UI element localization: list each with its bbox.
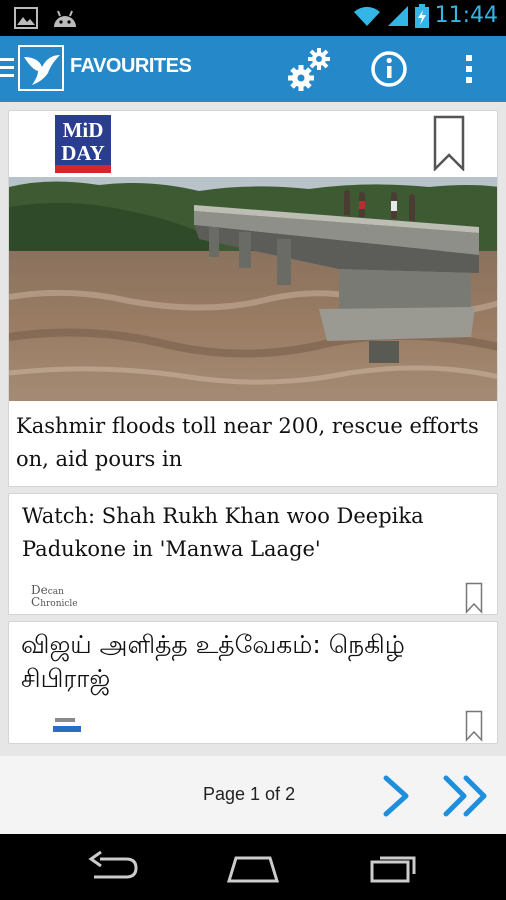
deccan-chronicle-logo: Decan Chronicle	[31, 583, 78, 609]
battery-charging-icon	[414, 3, 429, 28]
publisher-logo	[53, 718, 81, 732]
info-icon[interactable]	[366, 46, 412, 92]
last-page-button[interactable]	[440, 774, 492, 818]
midday-logo: MiD DAY	[55, 115, 111, 173]
pagination-bar: Page 1 of 2	[0, 756, 506, 834]
article-headline[interactable]: விஜய் அளித்த உத்வேகம்: நெகிழ் சிபிராஜ்	[21, 628, 491, 696]
system-nav-bar	[0, 834, 506, 900]
article-card[interactable]: விஜய் அளித்த உத்வேகம்: நெகிழ் சிபிராஜ்	[8, 621, 498, 744]
page-indicator: Page 1 of 2	[203, 784, 296, 804]
article-card[interactable]: MiD DAY Kashmir floods toll near 200, re…	[8, 110, 498, 487]
recent-apps-icon[interactable]	[368, 850, 422, 884]
settings-gears-icon[interactable]	[286, 46, 332, 92]
app-bar: FAVOURITES	[0, 36, 506, 102]
article-headline[interactable]: Watch: Shah Rukh Khan woo Deepika Paduko…	[22, 500, 487, 566]
status-bar: 11:44	[0, 0, 506, 36]
next-page-button[interactable]	[376, 774, 416, 818]
signal-icon	[387, 5, 408, 26]
article-photo	[9, 177, 497, 401]
bookmark-icon[interactable]	[465, 582, 483, 614]
app-title: FAVOURITES	[70, 55, 192, 77]
svg-text:MiD: MiD	[63, 118, 104, 142]
overflow-menu-icon[interactable]	[446, 46, 492, 92]
android-icon	[54, 10, 76, 27]
status-clock: 11:44	[434, 3, 498, 28]
app-logo-bird-icon[interactable]	[18, 45, 64, 91]
bookmark-icon[interactable]	[465, 710, 483, 742]
image-icon	[14, 7, 38, 29]
home-icon[interactable]	[226, 850, 280, 884]
bookmark-icon[interactable]	[433, 115, 465, 171]
article-card[interactable]: Watch: Shah Rukh Khan woo Deepika Paduko…	[8, 493, 498, 615]
svg-text:DAY: DAY	[61, 141, 105, 165]
wifi-icon	[353, 6, 380, 26]
back-icon[interactable]	[86, 850, 140, 884]
menu-icon[interactable]	[0, 58, 14, 78]
article-headline[interactable]: Kashmir floods toll near 200, rescue eff…	[16, 410, 486, 476]
